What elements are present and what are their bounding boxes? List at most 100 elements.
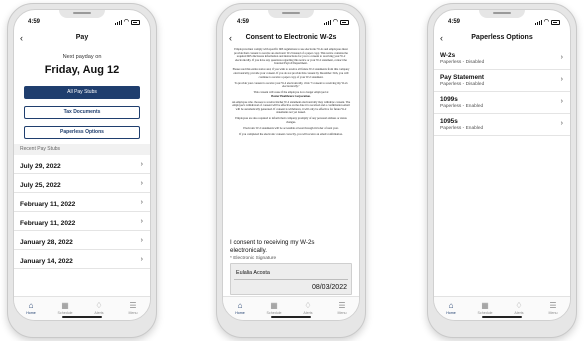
chevron-right-icon: ›: [140, 161, 143, 168]
chevron-right-icon: ›: [140, 218, 143, 225]
pay-stub-list: July 29, 2022 › July 25, 2022 › February 1…: [14, 155, 150, 269]
pay-stub-date: February 11, 2022: [20, 201, 76, 208]
phone-paperless-options: 4:59 ◠ ‹ Paperless Options W-2s Paperles…: [427, 3, 577, 338]
phone-notch: [479, 10, 525, 18]
nav-bar: ‹ Consent to Electronic W-2s: [223, 31, 359, 47]
pay-stub-row[interactable]: July 29, 2022 ›: [14, 155, 150, 174]
chevron-right-icon: ›: [560, 54, 563, 61]
tab-menu[interactable]: ☰ Menu: [325, 297, 359, 320]
status-bar: 4:59 ◠: [28, 19, 140, 29]
pay-stub-row[interactable]: January 28, 2022 ›: [14, 231, 150, 250]
tab-home-label: Home: [235, 311, 245, 315]
tab-bar: ⌂ Home ▦ Schedule ♢ Alerts ☰ Menu: [14, 296, 150, 320]
paperless-option-1095s[interactable]: 1095s Paperless - Enabled ›: [434, 114, 570, 136]
battery-icon: [340, 19, 349, 25]
tab-alerts-label: Alerts: [94, 311, 104, 315]
pay-stub-date: July 25, 2022: [20, 182, 61, 189]
tax-documents-button[interactable]: Tax Documents: [24, 106, 140, 119]
status-bar: 4:59 ◠: [448, 19, 560, 29]
paperless-option-1099s[interactable]: 1099s Paperless - Enabled ›: [434, 92, 570, 114]
paperless-option-w2s[interactable]: W-2s Paperless - Disabled ›: [434, 48, 570, 70]
chevron-right-icon: ›: [140, 256, 143, 263]
tab-home-label: Home: [26, 311, 36, 315]
pay-stub-row[interactable]: January 14, 2022 ›: [14, 250, 150, 269]
consent-paragraph: Please read this entire notice and, if y…: [232, 67, 350, 79]
wifi-icon: ◠: [332, 19, 338, 25]
option-status: Paperless - Enabled: [440, 126, 484, 131]
pay-stub-date: February 11, 2022: [20, 220, 76, 227]
hamburger-menu-icon: ☰: [549, 301, 557, 310]
status-bar: 4:59 ◠: [237, 19, 349, 29]
option-status: Paperless - Enabled: [440, 104, 484, 109]
battery-icon: [551, 19, 560, 25]
tab-menu[interactable]: ☰ Menu: [116, 297, 150, 320]
battery-icon: [131, 19, 140, 25]
tab-bar: ⌂ Home ▦ Schedule ♢ Alerts ☰ Menu: [434, 296, 570, 320]
home-icon: ⌂: [448, 301, 454, 310]
consent-statement[interactable]: I consent to receiving my W-2s electroni…: [230, 239, 352, 254]
page-title: Consent to Electronic W-2s: [245, 34, 337, 41]
page-title: Pay: [75, 34, 89, 41]
option-label: 1099s: [440, 96, 458, 103]
chevron-right-icon: ›: [140, 180, 143, 187]
home-icon: ⌂: [237, 301, 243, 310]
consent-paragraph: Electronic W-2 statements will be access…: [243, 126, 339, 131]
page-title: Paperless Options: [471, 34, 533, 41]
tab-home[interactable]: ⌂ Home: [14, 297, 48, 320]
pay-stub-row[interactable]: February 11, 2022 ›: [14, 193, 150, 212]
electronic-signature-label: * Electronic Signature: [230, 256, 277, 261]
signature-date: 08/03/2022: [311, 284, 347, 291]
pay-stub-row[interactable]: February 11, 2022 ›: [14, 212, 150, 231]
all-pay-stubs-button[interactable]: All Pay Stubs: [24, 86, 140, 99]
consent-notice-text: Employers must comply with specific IRS …: [231, 47, 351, 139]
phone-notch: [59, 10, 105, 18]
tab-menu[interactable]: ☰ Menu: [536, 297, 570, 320]
recent-pay-stubs-header: Recent Pay Stubs: [14, 144, 150, 155]
option-label: 1095s: [440, 118, 458, 125]
tab-alerts-label: Alerts: [514, 311, 524, 315]
phone-notch: [268, 10, 314, 18]
option-status: Paperless - Disabled: [440, 82, 485, 87]
pay-stub-row[interactable]: July 25, 2022 ›: [14, 174, 150, 193]
signal-icon: [114, 19, 122, 25]
phone-consent: 4:59 ◠ ‹ Consent to Electronic W-2s Empl…: [216, 3, 366, 338]
tab-alerts-label: Alerts: [303, 311, 313, 315]
tab-menu-label: Menu: [337, 311, 347, 315]
bell-icon: ♢: [95, 301, 103, 310]
consent-paragraph: Employers must comply with specific IRS …: [234, 47, 348, 66]
tab-home[interactable]: ⌂ Home: [223, 297, 257, 320]
nav-bar: ‹ Pay: [14, 31, 150, 47]
option-label: Pay Statement: [440, 74, 485, 81]
bell-icon: ♢: [515, 301, 523, 310]
consent-screen: 4:59 ◠ ‹ Consent to Electronic W-2s Empl…: [222, 9, 360, 321]
bell-icon: ♢: [304, 301, 312, 310]
home-indicator: [482, 316, 522, 318]
chevron-right-icon: ›: [140, 199, 143, 206]
next-payday-date: Friday, Aug 12: [44, 64, 120, 76]
phone-pay: 4:59 ◠ ‹ Pay Next payday on Friday, Aug …: [7, 3, 157, 338]
consent-paragraph: To provide your consent to receive your …: [234, 80, 348, 89]
home-indicator: [271, 316, 311, 318]
chevron-right-icon: ›: [140, 237, 143, 244]
tab-home[interactable]: ⌂ Home: [434, 297, 468, 320]
calendar-icon: ▦: [481, 301, 489, 310]
status-time: 4:59: [28, 19, 41, 25]
tab-schedule-label: Schedule: [266, 311, 282, 315]
tab-schedule-label: Schedule: [57, 311, 73, 315]
pay-stub-date: January 28, 2022: [20, 239, 73, 246]
paperless-options-button[interactable]: Paperless Options: [24, 126, 140, 139]
calendar-icon: ▦: [61, 301, 69, 310]
pay-screen: 4:59 ◠ ‹ Pay Next payday on Friday, Aug …: [13, 9, 151, 321]
electronic-signature-field[interactable]: Eulalia Acosta 08/03/2022: [230, 263, 352, 295]
consent-paragraph: If you completed the electronic consent …: [239, 132, 343, 137]
chevron-right-icon: ›: [560, 76, 563, 83]
paperless-options-screen: 4:59 ◠ ‹ Paperless Options W-2s Paperles…: [433, 9, 571, 321]
next-payday-label: Next payday on: [62, 54, 102, 60]
status-time: 4:59: [448, 19, 461, 25]
signature-name: Eulalia Acosta: [236, 270, 270, 276]
paperless-option-pay-statement[interactable]: Pay Statement Paperless - Disabled ›: [434, 70, 570, 92]
tab-menu-label: Menu: [548, 311, 558, 315]
tab-schedule-label: Schedule: [477, 311, 493, 315]
chevron-right-icon: ›: [560, 98, 563, 105]
consent-paragraph: An employee who chooses to receive his/h…: [231, 99, 351, 115]
